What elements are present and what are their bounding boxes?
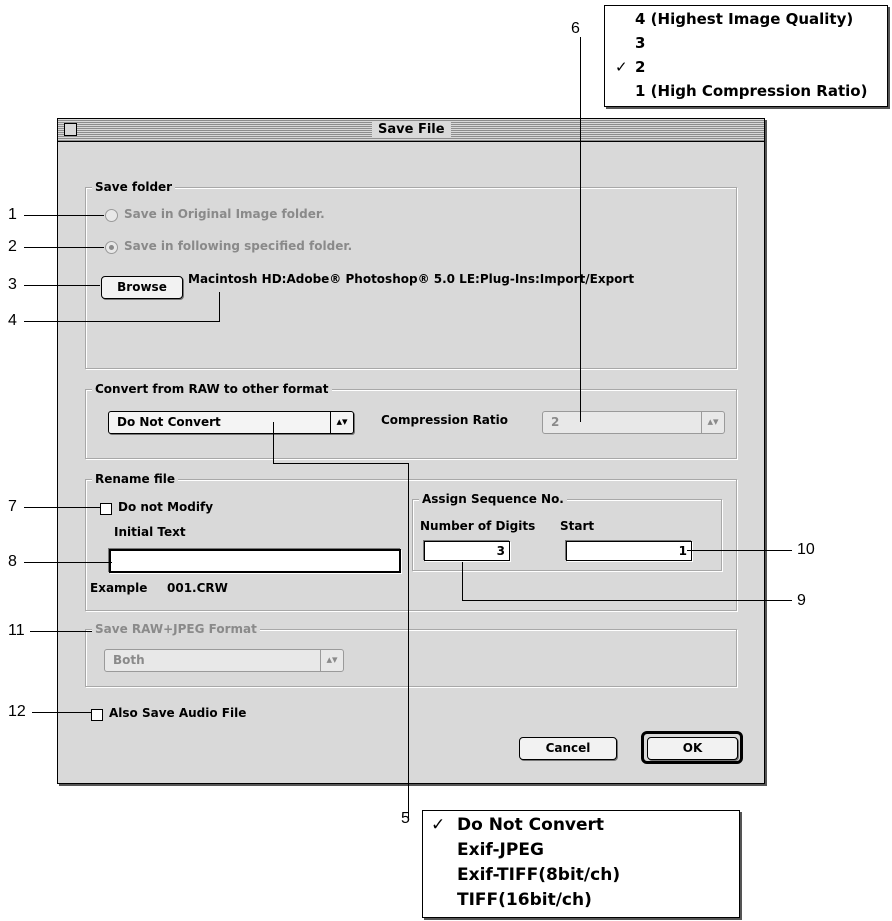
menu-item-do-not-convert[interactable]: Do Not Convert [457, 815, 604, 835]
cancel-button[interactable]: Cancel [519, 737, 617, 760]
leader-line-12 [32, 712, 91, 713]
leader-line-6 [580, 37, 581, 422]
callout-2: 2 [8, 238, 17, 255]
leader-line-5a [273, 422, 274, 464]
raw-jpeg-label: Save RAW+JPEG Format [92, 621, 260, 637]
save-specified-radio[interactable] [105, 241, 118, 254]
leader-line-2 [24, 247, 104, 248]
save-folder-label: Save folder [92, 179, 176, 195]
callout-9: 9 [797, 592, 806, 609]
menu-item-compression-1[interactable]: 1 (High Compression Ratio) [635, 82, 867, 100]
folder-path: Macintosh HD:Adobe® Photoshop® 5.0 LE:Pl… [188, 272, 635, 286]
menu-item-exif-jpeg[interactable]: Exif-JPEG [457, 840, 544, 860]
compression-ratio-menu: 4 (Highest Image Quality) 3 ✓ 2 1 (High … [604, 5, 888, 107]
assign-sequence-label: Assign Sequence No. [419, 491, 567, 507]
menu-item-compression-3[interactable]: 3 [635, 34, 645, 52]
updown-arrows-icon: ▴▾ [330, 412, 353, 433]
title-bar[interactable]: Save File [58, 119, 764, 142]
number-of-digits-input[interactable]: 3 [424, 541, 510, 561]
callout-3: 3 [8, 276, 17, 293]
number-of-digits-label: Number of Digits [420, 519, 536, 533]
menu-item-compression-2[interactable]: 2 [635, 58, 645, 76]
do-not-modify-label: Do not Modify [118, 500, 214, 514]
initial-text-input[interactable] [109, 549, 401, 573]
callout-1: 1 [8, 206, 17, 223]
save-original-label: Save in Original Image folder. [124, 207, 325, 221]
convert-format-value: Do Not Convert [117, 415, 221, 429]
leader-line-10 [687, 550, 792, 551]
callout-12: 12 [8, 703, 26, 720]
start-input[interactable]: 1 [566, 541, 692, 561]
leader-line-4 [24, 321, 219, 322]
leader-line-9a [462, 562, 463, 601]
save-specified-label: Save in following specified folder. [124, 239, 353, 253]
leader-line-8 [24, 562, 112, 563]
convert-label: Convert from RAW to other format [92, 381, 332, 397]
window-title: Save File [372, 122, 451, 138]
leader-line-9b [462, 600, 792, 601]
convert-format-menu: ✓ Do Not Convert Exif-JPEG Exif-TIFF(8bi… [422, 810, 740, 918]
start-label: Start [560, 519, 595, 533]
callout-4: 4 [8, 312, 17, 329]
updown-arrows-icon: ▴▾ [701, 412, 724, 433]
leader-line-11 [30, 631, 92, 632]
leader-line-5b [273, 463, 409, 464]
example-label: Example [90, 581, 148, 595]
save-audio-checkbox[interactable] [91, 709, 103, 721]
checkmark-icon: ✓ [615, 58, 628, 76]
leader-line-3 [24, 285, 100, 286]
do-not-modify-checkbox[interactable] [100, 503, 112, 515]
leader-line-7 [24, 507, 100, 508]
save-original-radio[interactable] [105, 209, 118, 222]
leader-line-4b [219, 292, 220, 322]
save-audio-label: Also Save Audio File [109, 706, 247, 720]
compression-ratio-label: Compression Ratio [381, 413, 508, 427]
close-box[interactable] [64, 123, 77, 136]
menu-item-compression-4[interactable]: 4 (Highest Image Quality) [635, 10, 853, 28]
leader-line-5c [408, 463, 409, 818]
convert-format-select[interactable]: Do Not Convert ▴▾ [108, 411, 354, 434]
callout-6: 6 [571, 20, 580, 37]
ok-button[interactable]: OK [647, 737, 738, 760]
updown-arrows-icon: ▴▾ [320, 650, 343, 671]
checkmark-icon: ✓ [431, 815, 446, 835]
leader-line-1 [24, 215, 104, 216]
save-file-dialog: Save File Save folder Save in Original I… [57, 118, 765, 784]
callout-10: 10 [797, 541, 815, 558]
example-value: 001.CRW [167, 581, 228, 595]
initial-text-label: Initial Text [114, 525, 186, 539]
compression-ratio-select[interactable]: 2 ▴▾ [542, 411, 725, 434]
raw-jpeg-select[interactable]: Both ▴▾ [104, 649, 344, 672]
browse-button[interactable]: Browse [101, 276, 183, 299]
callout-8: 8 [8, 553, 17, 570]
menu-item-exif-tiff[interactable]: Exif-TIFF(8bit/ch) [457, 865, 620, 885]
raw-jpeg-value: Both [113, 653, 145, 667]
compression-ratio-value: 2 [551, 415, 560, 429]
menu-item-tiff-16bit[interactable]: TIFF(16bit/ch) [457, 890, 592, 910]
callout-7: 7 [8, 498, 17, 515]
rename-file-label: Rename file [92, 471, 178, 487]
callout-11: 11 [8, 622, 25, 639]
